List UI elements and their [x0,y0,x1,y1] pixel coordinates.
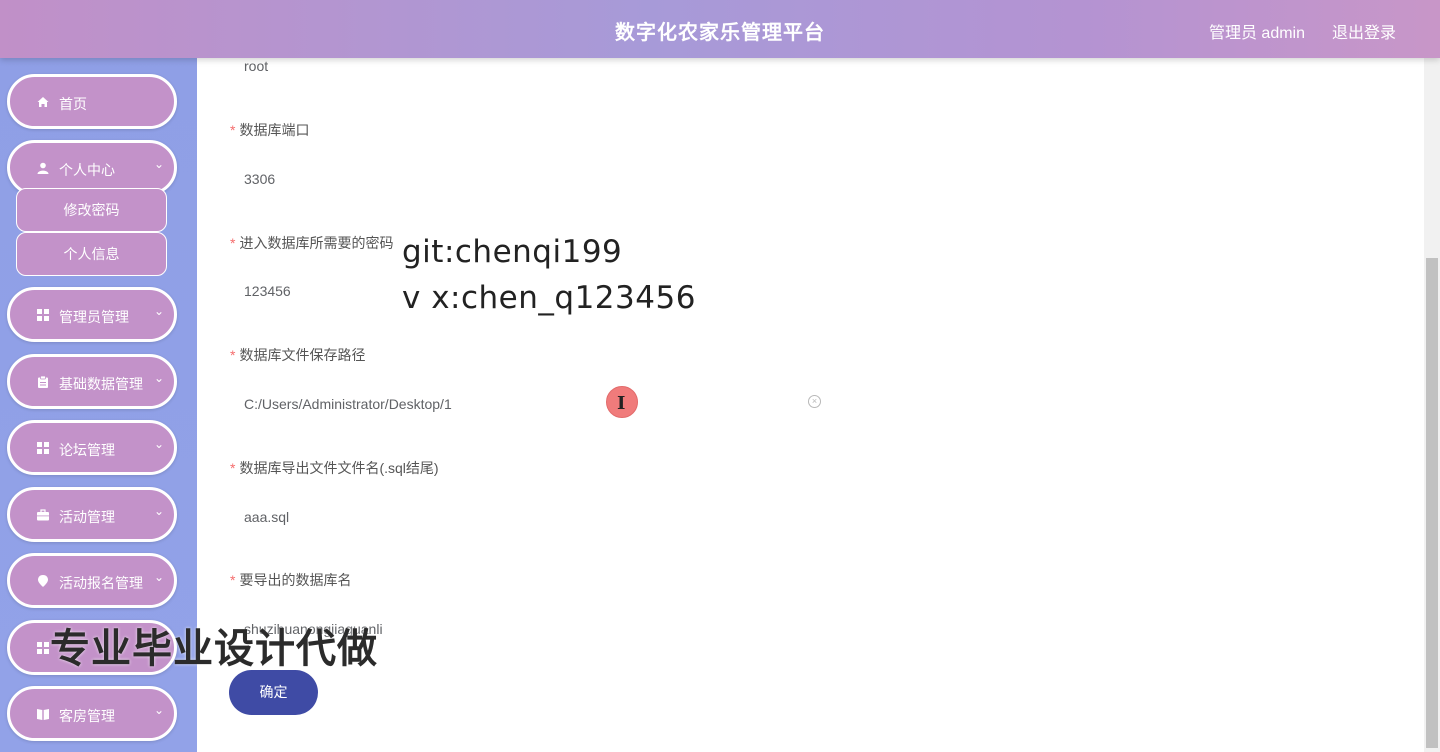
chevron-down-icon: ⌄ [153,570,164,584]
export-filename-input[interactable]: aaa.sql [244,509,289,525]
export-filename-label: * 数据库导出文件文件名(.sql结尾) [230,458,439,478]
clear-icon[interactable]: × [808,395,821,408]
sidebar-item-basic-data[interactable]: 基础数据管理 ⌄ [7,354,177,409]
scrollbar-thumb[interactable] [1426,258,1438,748]
location-icon [38,575,48,587]
field-label-text: 要导出的数据库名 [239,572,352,588]
field-label-text: 数据库导出文件文件名(.sql结尾) [239,460,439,476]
chevron-down-icon: ⌄ [153,504,164,518]
chevron-down-icon: ⌄ [153,371,164,385]
watermark-text: 专业毕业设计代做 [50,627,378,671]
grid-icon [37,442,49,454]
field-label-text: 数据库端口 [239,122,310,138]
admin-user-label: 管理员 admin [1208,25,1305,42]
sidebar-item-personal-center[interactable]: 个人中心 ⌄ [7,140,177,195]
chevron-down-icon: ⌄ [153,157,164,171]
confirm-button[interactable]: 确定 [229,670,318,715]
db-port-label: * 数据库端口 [230,120,309,140]
sidebar-subitem-personal-info[interactable]: 个人信息 [16,232,167,276]
briefcase-icon [37,509,49,521]
overlay-contact-text: v x:chen_q123456 [402,280,696,316]
db-save-path-label: * 数据库文件保存路径 [230,345,365,365]
sidebar-item-label: 论坛管理 [59,442,115,458]
chevron-down-icon: ⌄ [153,304,164,318]
mouse-cursor-highlight: I [606,386,638,418]
db-name-label: * 要导出的数据库名 [230,570,351,590]
user-icon [37,162,49,174]
overlay-git-text: git:chenqi199 [402,234,623,270]
sidebar-item-activity[interactable]: 活动管理 ⌄ [7,487,177,542]
top-header: 数字化农家乐管理平台 管理员 admin 退出登录 [0,0,1440,58]
sidebar-item-label: 个人中心 [59,162,115,178]
sidebar-subitem-change-password[interactable]: 修改密码 [16,188,167,232]
book-icon [37,709,49,720]
sidebar-item-label: 活动管理 [59,509,115,525]
sidebar-item-home[interactable]: 首页 [7,74,177,129]
required-mark: * [230,460,236,476]
required-mark: * [230,572,236,588]
scrollbar[interactable] [1424,58,1440,752]
sidebar-item-label: 首页 [59,96,87,112]
chevron-down-icon: ⌄ [153,437,164,451]
sidebar-item-rooms[interactable]: 客房管理 ⌄ [7,686,177,741]
sidebar-item-admin-management[interactable]: 管理员管理 ⌄ [7,287,177,342]
sidebar-item-label: 客房管理 [59,708,115,724]
field-label-text: 数据库文件保存路径 [239,347,366,363]
required-mark: * [230,347,236,363]
grid-icon [37,642,49,654]
clipboard-icon [38,376,48,388]
db-save-path-input[interactable]: C:/Users/Administrator/Desktop/1 [244,396,452,412]
sidebar-item-activity-signup[interactable]: 活动报名管理 ⌄ [7,553,177,608]
sidebar-item-label: 管理员管理 [59,309,129,325]
main-content: root * 数据库端口 3306 * 进入数据库所需要的密码 123456 * 数据… [197,58,1423,752]
logout-link[interactable]: 退出登录 [1332,19,1396,43]
sidebar-item-forum[interactable]: 论坛管理 ⌄ [7,420,177,475]
required-mark: * [230,235,236,251]
sidebar-item-label: 活动报名管理 [59,575,143,591]
required-mark: * [230,122,236,138]
db-password-label: * 进入数据库所需要的密码 [230,233,393,253]
field-label-text: 进入数据库所需要的密码 [239,235,394,251]
db-user-input[interactable]: root [244,58,268,74]
text-cursor-icon: I [617,393,626,414]
db-password-input[interactable]: 123456 [244,283,291,299]
home-icon [37,97,49,107]
sidebar-item-label: 基础数据管理 [59,376,143,392]
grid-icon [37,309,49,321]
chevron-down-icon: ⌄ [153,703,164,717]
db-port-input[interactable]: 3306 [244,171,275,187]
